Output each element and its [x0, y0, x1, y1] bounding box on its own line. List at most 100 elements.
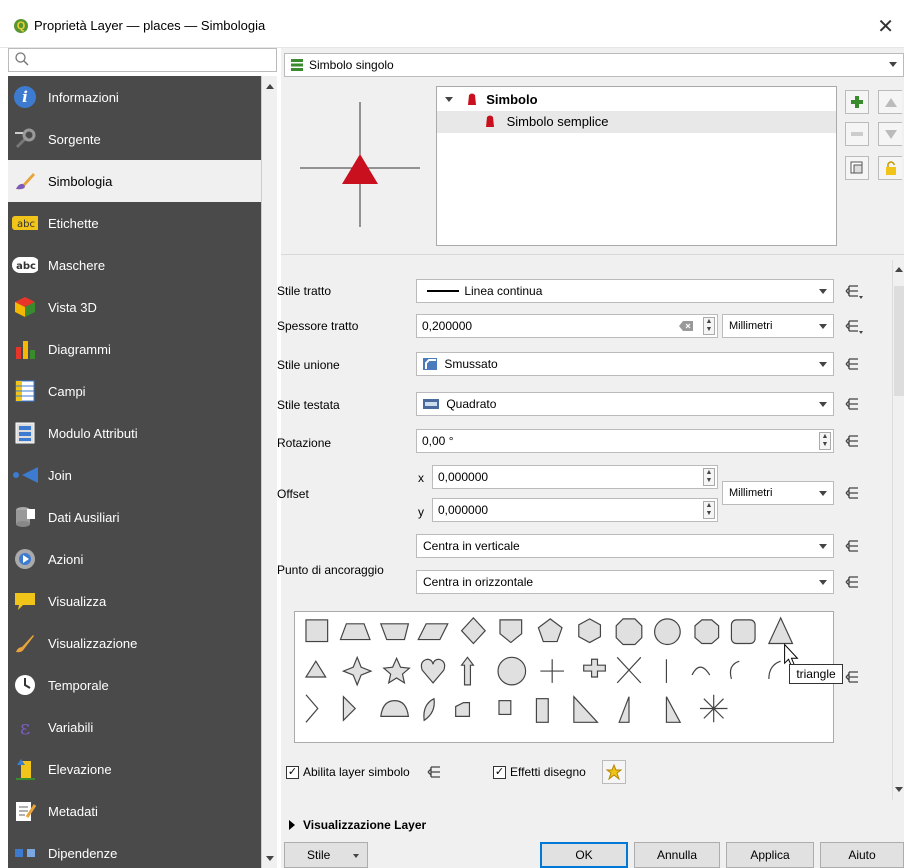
sidebar-item-label: Elevazione [48, 761, 112, 777]
apply-button-label: Applica [750, 848, 790, 862]
style-button[interactable]: Stile [284, 842, 368, 868]
sidebar-item-visualizza[interactable]: Visualizza [8, 580, 261, 622]
shape-arc [691, 666, 711, 676]
sidebar-item-informazioni[interactable]: i Informazioni [8, 76, 261, 118]
data-defined-override-join-style[interactable] [841, 353, 867, 375]
cursor-icon [784, 643, 799, 667]
remove-layer-button[interactable] [845, 122, 869, 146]
data-defined-override-enable-layer[interactable] [423, 761, 449, 783]
sidebar-item-etichette[interactable]: abc Etichette [8, 202, 261, 244]
sidebar-item-azioni[interactable]: Azioni [8, 538, 261, 580]
layer-rendering-label: Visualizzazione Layer [303, 818, 427, 832]
sidebar-scrollbar[interactable] [261, 76, 277, 868]
sidebar-item-diagrammi[interactable]: Diagrammi [8, 328, 261, 370]
offset-unit-combo[interactable]: Millimetri [722, 481, 834, 505]
add-layer-button[interactable] [845, 90, 869, 114]
data-defined-icon [845, 540, 858, 552]
sidebar-item-maschere[interactable]: abc Maschere [8, 244, 261, 286]
tree-row-symbol[interactable]: Simbolo [445, 89, 825, 111]
search-icon [15, 52, 29, 66]
sidebar-item-dipendenze[interactable]: Dipendenze [8, 832, 261, 868]
offset-y-input[interactable]: 0,000000 ▲ ▼ [432, 498, 718, 522]
shape-cross-fill [583, 658, 606, 678]
stroke-width-input[interactable]: 0,200000 ▲ ▼ [416, 314, 718, 338]
data-defined-override-cap-style[interactable] [841, 393, 867, 415]
sidebar-item-variabili[interactable]: ε Variabili [8, 706, 261, 748]
simple-marker-icon [486, 115, 494, 127]
sidebar-item-dati-ausiliari[interactable]: Dati Ausiliari [8, 496, 261, 538]
draw-effects-checkbox[interactable]: ✓ [493, 766, 506, 779]
rotation-input[interactable]: 0,00 ° ▲ ▼ [416, 429, 834, 453]
lock-layer-button[interactable] [878, 156, 902, 180]
cancel-button[interactable]: Annulla [634, 842, 720, 868]
sidebar-item-vista-3d[interactable]: Vista 3D [8, 286, 261, 328]
layer-rendering-section[interactable]: Visualizzazione Layer [289, 818, 426, 832]
apply-button[interactable]: Applica [726, 842, 814, 868]
help-button[interactable]: Aiuto [820, 842, 904, 868]
sidebar-item-temporale[interactable]: Temporale [8, 664, 261, 706]
offset-x-input[interactable]: 0,000000 ▲ ▼ [432, 465, 718, 489]
join-style-combo[interactable]: Smussato [416, 352, 834, 376]
shape-trapezoid [339, 623, 371, 641]
sidebar-item-elevazione[interactable]: Elevazione [8, 748, 261, 790]
marker-shape-gallery[interactable] [294, 611, 834, 743]
anchor-vertical-value: Centra in verticale [423, 539, 520, 553]
cube-icon [12, 294, 38, 320]
stroke-style-combo[interactable]: Linea continua [416, 279, 834, 303]
data-defined-override-stroke-style[interactable] [841, 280, 867, 302]
sidebar-item-campi[interactable]: Campi [8, 370, 261, 412]
plus-icon [851, 96, 863, 108]
duplicate-icon [850, 161, 863, 174]
close-icon[interactable]: ✕ [877, 14, 894, 39]
sidebar-item-simbologia[interactable]: Simbologia [8, 160, 261, 202]
tree-row-simple-symbol[interactable]: Simbolo semplice [437, 111, 836, 133]
symbol-tree[interactable]: Simbolo Simbolo semplice [436, 86, 837, 246]
expand-icon [289, 820, 295, 830]
properties-scrollbar[interactable] [892, 260, 904, 800]
stroke-width-label: Spessore tratto [277, 319, 359, 333]
scroll-thumb[interactable] [894, 286, 904, 396]
data-defined-override-shape[interactable] [841, 666, 867, 688]
cap-style-combo[interactable]: Quadrato [416, 392, 834, 416]
move-down-button[interactable] [878, 122, 902, 146]
shape-rounded-square [730, 619, 756, 645]
sidebar-item-label: Simbologia [48, 173, 113, 189]
ok-button[interactable]: OK [540, 842, 628, 868]
search-input[interactable] [8, 48, 277, 72]
duplicate-layer-button[interactable] [845, 156, 869, 180]
sidebar-item-label: Azioni [48, 551, 84, 567]
stroke-width-unit-combo[interactable]: Millimetri [722, 314, 834, 338]
sidebar-item-join[interactable]: Join [8, 454, 261, 496]
renderer-combo[interactable]: Simbolo singolo [284, 53, 904, 77]
sidebar-item-label: Informazioni [48, 89, 119, 105]
offset-label: Offset [277, 487, 309, 501]
offset-x-spinner[interactable]: ▲ ▼ [703, 468, 715, 486]
shape-half-square [498, 700, 512, 716]
data-defined-override-rotation[interactable] [841, 430, 867, 452]
sidebar-item-metadati[interactable]: Metadati [8, 790, 261, 832]
sidebar-item-label: Diagrammi [48, 341, 111, 357]
move-up-button[interactable] [878, 90, 902, 114]
sidebar-item-modulo-attributi[interactable]: Modulo Attributi [8, 412, 261, 454]
data-defined-icon [845, 285, 863, 299]
sidebar-item-sorgente[interactable]: Sorgente [8, 118, 261, 160]
rotation-spinner[interactable]: ▲ ▼ [819, 432, 831, 450]
draw-effects-button[interactable] [602, 760, 626, 784]
splitter[interactable] [281, 254, 904, 255]
offset-y-spinner[interactable]: ▲ ▼ [703, 501, 715, 519]
data-defined-override-stroke-width[interactable] [841, 315, 867, 337]
data-defined-override-anchor-horizontal[interactable] [841, 571, 867, 593]
cancel-button-label: Annulla [656, 848, 698, 862]
stroke-width-spinner[interactable]: ▲ ▼ [703, 317, 715, 335]
style-button-label: Stile [307, 848, 331, 862]
enable-symbol-layer-checkbox[interactable]: ✓ [286, 766, 299, 779]
anchor-vertical-combo[interactable]: Centra in verticale [416, 534, 834, 558]
data-defined-override-offset[interactable] [841, 482, 867, 504]
sidebar-item-label: Vista 3D [48, 299, 97, 315]
sidebar-item-label: Visualizzazione [48, 635, 138, 651]
shape-half-arc [729, 660, 740, 680]
clear-icon[interactable] [679, 321, 693, 331]
data-defined-override-anchor-vertical[interactable] [841, 535, 867, 557]
sidebar-item-visualizzazione[interactable]: Visualizzazione [8, 622, 261, 664]
anchor-horizontal-combo[interactable]: Centra in orizzontale [416, 570, 834, 594]
